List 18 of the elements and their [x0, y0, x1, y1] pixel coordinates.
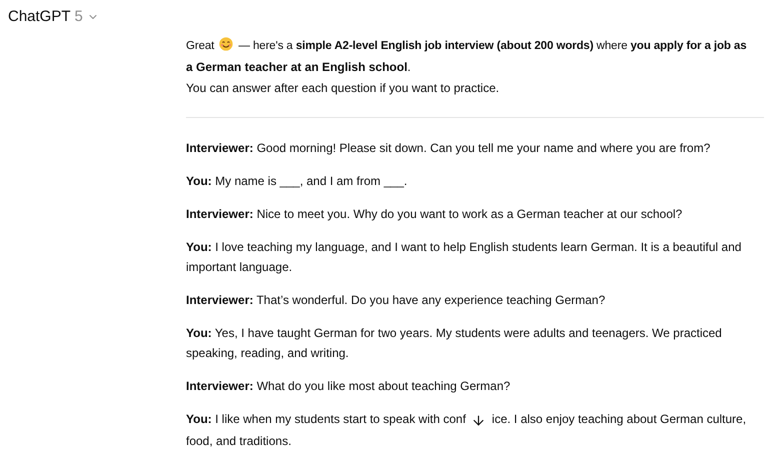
dialogue-line: You: Yes, I have taught German for two years. My students were adults and teenagers. We practiced speaking, reading, and writing.: [186, 326, 722, 360]
dialogue-line: You: My name is ___, and I am from ___.: [186, 174, 408, 188]
arrow-down-icon: [471, 413, 486, 428]
smiling-face-icon: [219, 37, 234, 51]
dialogue-line: food, and traditions.: [186, 432, 292, 450]
intro-text: — here's a simple A2-level English job interview (about 200 words) where you apply for a job as: [238, 40, 746, 52]
dialogue-line: Interviewer: Nice to meet you. Why do you want to work as a German teacher at our school?: [186, 207, 682, 221]
dialogue-line: Interviewer: What do you like most about teaching German?: [186, 379, 510, 393]
intro-note: You can answer after each question if you want to practice.: [186, 80, 500, 97]
dialogue-line: You: I love teaching my language, and I want to help English students learn German. It is a beautiful and important language.: [186, 240, 742, 274]
dialogue-line: You: I like when my students start to speak with conf: [186, 412, 466, 426]
dialogue-line: Interviewer: Good morning! Please sit down. Can you tell me your name and where you are from?: [186, 141, 710, 155]
dialogue-line: ice. I also enjoy teaching about German culture,: [492, 412, 746, 426]
dialogue-line: Interviewer: That’s wonderful. Do you have any experience teaching German?: [186, 293, 606, 307]
intro-text: Great: [186, 40, 214, 52]
app-title: ChatGPT: [8, 6, 71, 27]
intro-text: a German teacher at an English school.: [186, 59, 412, 76]
model-selector[interactable]: 5: [74, 6, 99, 28]
